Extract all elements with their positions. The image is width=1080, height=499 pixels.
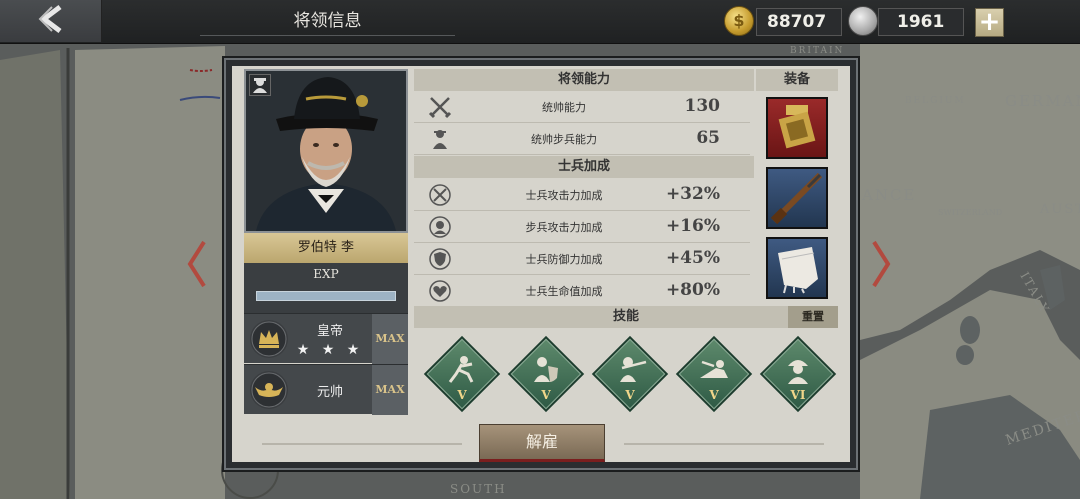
medal-coin-icon [848,6,878,36]
stat-label: 统帅步兵能力 [531,133,597,146]
exp-label: EXP [313,267,339,281]
stat-row-infantry-command: 统帅步兵能力 65 [414,123,750,155]
title-max-badge: MAX [372,365,408,415]
medal-equipment-icon [778,105,816,149]
gold-amount: 88707 [767,12,827,32]
rank-title: 皇帝 [316,324,343,339]
gold-counter: 88707 [756,8,842,36]
medal-counter: 1961 [878,8,964,36]
stat-row-troop-health: 士兵生命值加成 +80% [414,275,750,307]
rifle-equipment-slot[interactable] [766,167,828,229]
gold-coin-symbol: $ [733,11,745,30]
stat-value: 65 [696,128,720,148]
top-bar: 将领信息 $ 88707 1961 + [0,0,1080,44]
charging-soldier-icon [448,356,474,383]
infantry-soldier-icon [428,127,452,151]
page-title: 将领信息 [200,8,455,36]
crown-icon [250,320,288,358]
skill-slot-4[interactable]: V [675,335,753,413]
skill-slot-5[interactable]: VI [759,335,837,413]
general-type-icon [249,74,271,96]
footer-divider-left [262,443,462,445]
cloth-equipment-slot[interactable] [766,237,828,299]
infantry-attack-icon [428,215,452,239]
troop-bonus-heading: 士兵加成 [414,156,754,178]
stat-row-infantry-attack: 步兵攻击力加成 +16% [414,211,750,243]
stat-value: +45% [665,248,720,268]
skill-level: V [709,388,719,402]
stat-value: +16% [665,216,720,236]
map-label-belgium: BELGIUM [905,96,966,106]
next-general-arrow[interactable] [870,240,892,288]
attack-boost-icon [428,183,452,207]
map-label-france: ANCE [862,186,917,204]
map-label-germany: GERMANY [1005,92,1080,110]
map-label-south: SOUTH [450,482,507,496]
health-boost-icon [428,279,452,303]
equipment-heading: 装备 [756,69,838,91]
command-ability-heading: 将领能力 [414,69,754,91]
skill-level: VI [790,388,806,402]
medal-amount: 1961 [897,12,945,32]
marshal-wings-icon [250,371,288,409]
dialog-body: 罗伯特 李 EXP 皇帝 ★ ★ ★ MAX 元帅 MAX 将领能力 统帅能力 … [232,66,850,462]
map-label-britain: BRITAIN [790,46,845,56]
stat-row-command: 统帅能力 130 [414,91,750,123]
skill-level: V [541,388,551,402]
rank-max-badge: MAX [372,314,408,364]
stat-label: 士兵攻击力加成 [525,189,603,202]
stat-label: 士兵防御力加成 [525,253,603,266]
rank-row-emperor: 皇帝 ★ ★ ★ MAX [244,313,408,364]
general-portrait [244,69,408,233]
general-name: 罗伯特 李 [244,233,408,263]
stat-value: +32% [665,184,720,204]
skill-slot-2[interactable]: V [507,335,585,413]
rank-stars: ★ ★ ★ [296,342,364,358]
stat-row-troop-defense: 士兵防御力加成 +45% [414,243,750,275]
skills-heading: 技能 [414,306,838,328]
rifle-equipment-icon [770,172,823,225]
stat-label: 步兵攻击力加成 [525,221,603,234]
military-title: 元帅 [316,385,343,400]
skill-slot-3[interactable]: V [591,335,669,413]
cloth-equipment-icon [778,247,818,294]
skill-level: V [625,388,635,402]
crossed-swords-icon [428,95,452,119]
previous-general-arrow[interactable] [186,240,208,288]
prone-soldier-icon [700,360,728,378]
reset-skills-button[interactable]: 重置 [788,306,838,328]
defense-boost-icon [428,247,452,271]
stat-row-troop-attack: 士兵攻击力加成 +32% [414,179,750,211]
exp-progress-bar [256,291,396,301]
map-label-austria: AUST [1040,202,1080,217]
skill-slot-1[interactable]: V [423,335,501,413]
shielded-soldier-icon [534,357,558,382]
rifleman-icon [620,357,647,382]
gold-coin-icon: $ [724,6,754,36]
general-info-dialog: 罗伯特 李 EXP 皇帝 ★ ★ ★ MAX 元帅 MAX 将领能力 统帅能力 … [224,58,858,470]
map-label-switzerland: SWITZERLAND [938,208,1003,217]
skill-level: V [457,388,467,402]
stat-label: 统帅能力 [542,101,586,114]
stat-label: 士兵生命值加成 [525,285,603,298]
stat-value: +80% [665,280,720,300]
helmet-soldier-icon [788,360,808,384]
footer-divider-right [624,443,824,445]
stat-value: 130 [684,96,721,116]
rank-row-marshal: 元帅 MAX [244,364,408,415]
back-arrow-icon [38,5,64,37]
add-currency-button[interactable]: + [975,8,1004,37]
dismiss-general-button[interactable]: 解雇 [479,424,605,462]
medal-equipment-slot[interactable] [766,97,828,159]
back-button[interactable] [0,0,102,42]
exp-panel: EXP [244,263,408,313]
